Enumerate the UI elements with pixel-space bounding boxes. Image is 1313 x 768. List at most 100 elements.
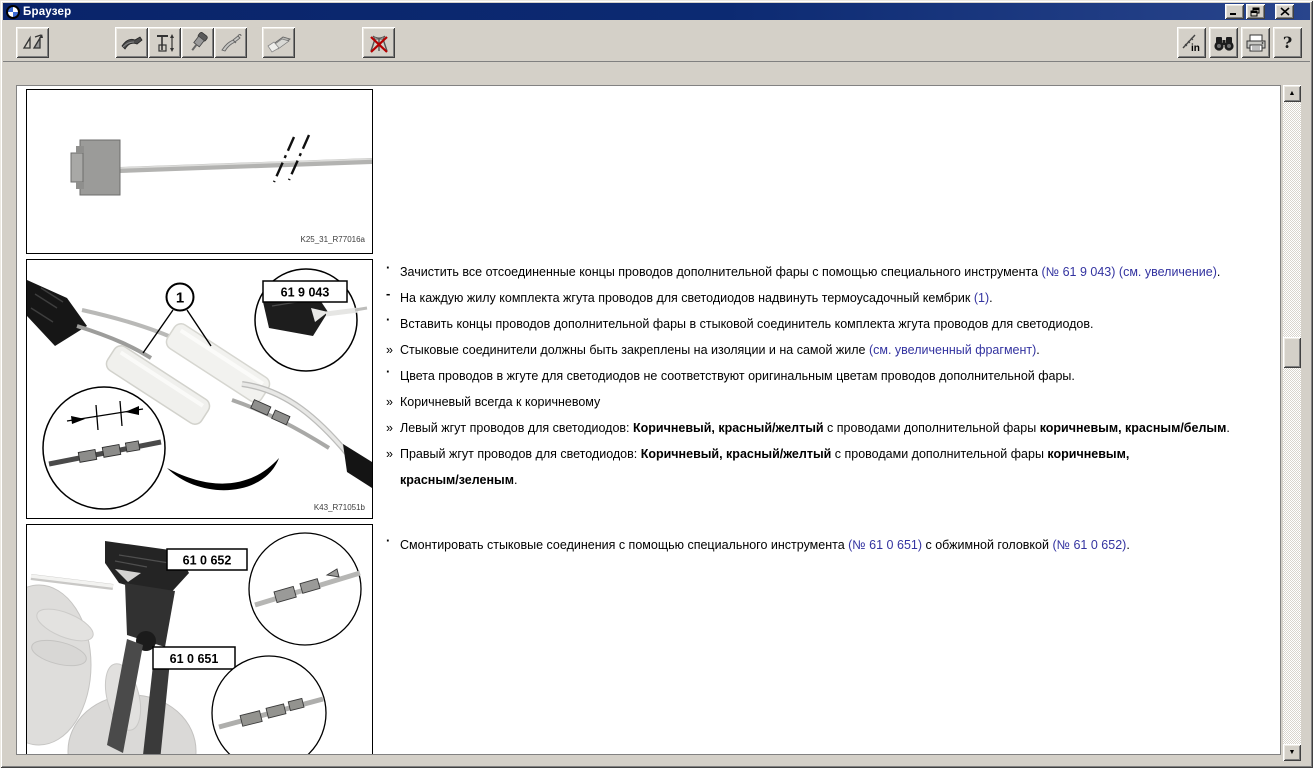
instruction-paragraph: ·Зачистить все отсоединенные концы прово…	[386, 259, 1281, 285]
text-run: Коричневый всегда к коричневому	[400, 395, 600, 409]
search-button[interactable]	[1209, 27, 1238, 58]
binoculars-icon	[1212, 32, 1236, 54]
close-button[interactable]	[1275, 4, 1294, 19]
help-button[interactable]: ?	[1273, 27, 1302, 58]
text-run: Правый жгут проводов для светодиодов:	[400, 447, 641, 461]
inset-splice-bottom	[212, 656, 326, 755]
measuring-gauge-icon	[153, 32, 177, 54]
eraser-button[interactable]	[262, 27, 295, 58]
text-run: с обжимной головкой	[922, 538, 1052, 552]
restore-button[interactable]	[1246, 4, 1265, 19]
inline-link[interactable]: (1)	[974, 291, 989, 305]
instruction-text: Правый жгут проводов для светодиодов: Ко…	[400, 441, 1129, 493]
spark-plug-button[interactable]	[181, 27, 214, 58]
text-run: Левый жгут проводов для светодиодов:	[400, 421, 633, 435]
instruction-paragraph: ·Смонтировать стыковые соединения с помо…	[386, 532, 1281, 558]
no-lift-tool-button[interactable]	[362, 27, 395, 58]
help-icon: ?	[1283, 33, 1292, 52]
bullet-marker: »	[386, 415, 400, 441]
text-run: На каждую жилу комплекта жгута проводов …	[400, 291, 974, 305]
cut-marks	[274, 135, 309, 182]
text-run: .	[1217, 265, 1220, 279]
toolbar: in ?	[3, 20, 1310, 62]
figure-caption: K25_31_R77016a	[300, 235, 365, 244]
text-run: Зачистить все отсоединенные концы провод…	[400, 265, 1042, 279]
text-run: Цвета проводов в жгуте для светодиодов н…	[400, 369, 1075, 383]
window-controls	[1225, 4, 1308, 19]
instructions-column: · Зачистить все отсоединенные концы прово…	[386, 259, 1281, 558]
arrow-down-icon: ▼	[1289, 749, 1296, 756]
bullet-marker: ·	[386, 528, 400, 554]
figure-wire-cut[interactable]: K25_31_R77016a	[26, 89, 373, 254]
measure-units-button[interactable]: in	[1177, 27, 1206, 58]
printer-icon	[1244, 32, 1268, 54]
text-run: .	[514, 473, 517, 487]
window-title: Браузер	[23, 6, 71, 18]
instruction-paragraph: »Правый жгут проводов для светодиодов: К…	[386, 441, 1281, 493]
close-icon	[1280, 7, 1290, 16]
bullet-marker: »	[386, 389, 400, 415]
bold-text: Коричневый, красный/желтый	[633, 421, 824, 435]
spark-plug-icon	[186, 32, 210, 54]
instruction-text: Зачистить все отсоединенные концы провод…	[400, 259, 1220, 285]
inset-splice-top	[249, 533, 361, 645]
pick-tool-button[interactable]	[115, 27, 148, 58]
minimize-button[interactable]	[1225, 4, 1244, 19]
figure-caption: K43_R71051b	[314, 503, 366, 512]
flip-view-button[interactable]	[16, 27, 49, 58]
bullet-marker: -	[386, 281, 400, 307]
figure-crimping-tool[interactable]: 61 0 652 61 0 651	[26, 524, 373, 755]
callout-number: 1	[176, 290, 184, 307]
instruction-text: На каждую жилу комплекта жгута проводов …	[400, 285, 993, 311]
toolbar-right-group: in ?	[1177, 27, 1302, 58]
text-run: .	[989, 291, 992, 305]
title-bar[interactable]: Браузер	[3, 3, 1310, 20]
pliers-button[interactable]	[214, 27, 247, 58]
scrollbar-thumb[interactable]	[1283, 337, 1301, 368]
swoosh-shape	[167, 458, 279, 490]
instruction-paragraph: ·Вставить концы проводов дополнительной …	[386, 311, 1281, 337]
text-run: .	[1036, 343, 1039, 357]
document-panel: K25_31_R77016a	[16, 85, 1281, 755]
connector-body	[80, 140, 120, 195]
inline-link[interactable]: (№ 61 9 043)	[1042, 265, 1116, 279]
inline-link[interactable]: (№ 61 0 652)	[1052, 538, 1126, 552]
instruction-text: Левый жгут проводов для светодиодов: Кор…	[400, 415, 1230, 441]
scroll-down-button[interactable]: ▼	[1283, 744, 1301, 761]
instruction-text: Цвета проводов в жгуте для светодиодов н…	[400, 363, 1075, 389]
unit-label: in	[1191, 43, 1200, 54]
text-run: .	[1226, 421, 1229, 435]
bold-text: красным/зеленым	[400, 473, 514, 487]
text-run: .	[1126, 538, 1129, 552]
eraser-icon	[266, 32, 292, 54]
vertical-scrollbar[interactable]: ▲ ▼	[1283, 85, 1301, 761]
bmw-logo-icon	[5, 4, 20, 19]
tool-number-label: 61 9 043	[281, 286, 330, 300]
scroll-up-button[interactable]: ▲	[1283, 85, 1301, 102]
text-run: Вставить концы проводов дополнительной ф…	[400, 317, 1094, 331]
app-window: Браузер	[0, 0, 1313, 768]
instruction-paragraph: -На каждую жилу комплекта жгута проводов…	[386, 285, 1281, 311]
tool-number-label: 61 0 651	[170, 652, 219, 666]
tool-number-label: 61 0 652	[183, 554, 232, 568]
bullet-marker: ·	[386, 359, 400, 385]
pliers-icon	[219, 32, 243, 54]
instruction-text: Смонтировать стыковые соединения с помощ…	[400, 532, 1130, 558]
inline-link[interactable]: (см. увеличенный фрагмент)	[869, 343, 1036, 357]
pick-tool-icon	[120, 32, 144, 54]
print-button[interactable]	[1241, 27, 1270, 58]
bold-text: коричневым,	[1047, 447, 1129, 461]
text-run: с проводами дополнительной фары	[831, 447, 1047, 461]
inline-link[interactable]: (№ 61 0 651)	[848, 538, 922, 552]
bullet-marker: ·	[386, 307, 400, 333]
text-run: с проводами дополнительной фары	[824, 421, 1040, 435]
instruction-text: Стыковые соединители должны быть закрепл…	[400, 337, 1040, 363]
measuring-gauge-button[interactable]	[148, 27, 181, 58]
figure-heat-shrink[interactable]: 1 61 9 043	[26, 259, 373, 519]
wire-loom	[27, 280, 87, 346]
text-run: Стыковые соединители должны быть закрепл…	[400, 343, 869, 357]
bold-text: коричневым, красным/белым	[1040, 421, 1227, 435]
inline-link[interactable]: (см. увеличение)	[1119, 265, 1217, 279]
bold-text: Коричневый, красный/желтый	[641, 447, 832, 461]
instruction-text: Вставить концы проводов дополнительной ф…	[400, 311, 1094, 337]
